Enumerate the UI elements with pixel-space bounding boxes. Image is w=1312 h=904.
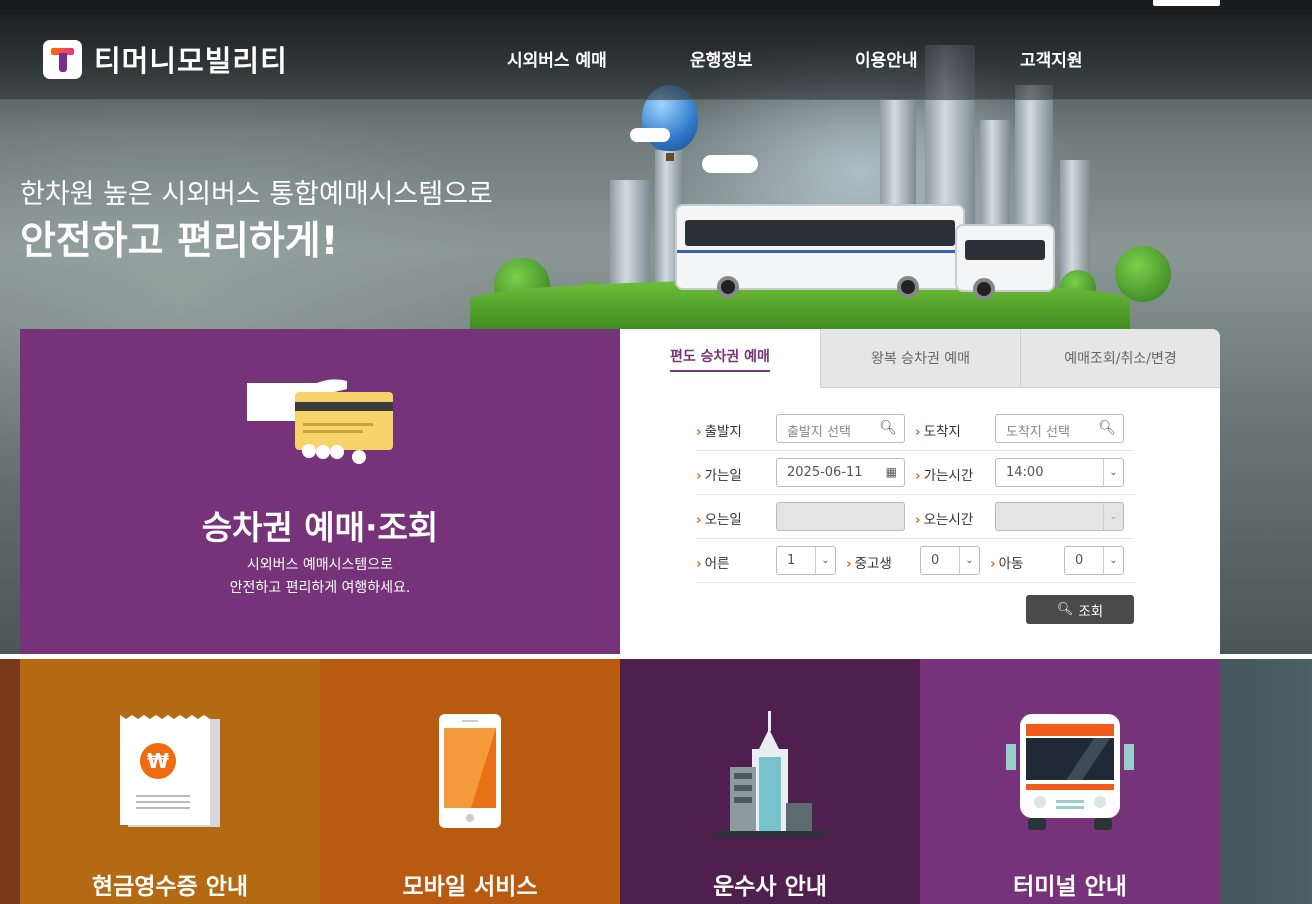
top-utility-bar [0, 0, 1312, 14]
booking-tabs: 편도 승차권 예매 왕복 승차권 예매 예매조회/취소/변경 [620, 329, 1220, 388]
search-button[interactable]: 🔍︎ 조회 [1026, 595, 1134, 624]
calendar-icon[interactable]: ▦ [886, 465, 897, 479]
tile-terminal-info[interactable]: 터미널 안내 [920, 659, 1220, 904]
go-time-select[interactable]: 14:00 ⌄ [995, 458, 1124, 487]
utility-button[interactable] [1153, 0, 1220, 6]
nav-intercity-booking[interactable]: 시외버스 예매 [507, 46, 607, 71]
hero-title: 안전하고 편리하게! [20, 219, 339, 264]
child-label: 아동 [990, 552, 1024, 572]
promo-desc-line2: 안전하고 편리하게 여행하세요. [229, 580, 411, 596]
return-time-label: 오는시간 [915, 508, 974, 528]
hero-illustration [470, 45, 1171, 330]
tile-cash-receipt[interactable]: ₩ 현금영수증 안내 [20, 659, 320, 904]
adult-label: 어른 [696, 552, 730, 572]
search-icon: 🔍︎ [1098, 420, 1116, 436]
chevron-down-icon: ⌄ [815, 547, 835, 574]
tile-mobile-service-label: 모바일 서비스 [402, 874, 538, 900]
hero-subtitle: 한차원 높은 시외버스 통합예매시스템으로 [20, 179, 493, 210]
child-count-select[interactable]: 0 ⌄ [1064, 546, 1124, 575]
promo-description: 시외버스 예매시스템으로 안전하고 편리하게 여행하세요. [20, 554, 620, 600]
arrival-label: 도착지 [915, 420, 961, 440]
nav-customer-support[interactable]: 고객지원 [1020, 46, 1083, 71]
departure-label: 출발지 [696, 420, 742, 440]
tile-transport-company[interactable]: 운수사 안내 [620, 659, 920, 904]
tab-inquiry-cancel-change[interactable]: 예매조회/취소/변경 [1020, 329, 1220, 388]
tile-mobile-service[interactable]: 모바일 서비스 [320, 659, 620, 904]
arrival-placeholder: 도착지 선택 [1006, 425, 1070, 440]
search-icon: 🔍︎ [1056, 602, 1074, 617]
promo-desc-line1: 시외버스 예매시스템으로 [246, 557, 394, 573]
tile-cash-receipt-label: 현금영수증 안내 [91, 874, 249, 900]
departure-input[interactable]: 출발지 선택 🔍︎ [776, 414, 905, 443]
nav-usage-guide[interactable]: 이용안내 [855, 46, 918, 71]
booking-form: 편도 승차권 예매 왕복 승차권 예매 예매조회/취소/변경 출발지 출발지 선… [620, 329, 1220, 659]
tab-round-trip[interactable]: 왕복 승차권 예매 [820, 329, 1020, 388]
chevron-down-icon: ⌄ [959, 547, 979, 574]
nav-schedule-info[interactable]: 운행정보 [690, 46, 753, 71]
chevron-down-icon: ⌄ [1103, 459, 1123, 486]
go-time-label: 가는시간 [915, 464, 974, 484]
promo-title: 승차권 예매·조회 [201, 508, 439, 547]
logo-text: 티머니모빌리티 [94, 44, 288, 78]
youth-count-select[interactable]: 0 ⌄ [920, 546, 980, 575]
mobile-icon [439, 714, 501, 828]
route-row: 출발지 출발지 선택 🔍︎ 도착지 도착지 선택 🔍︎ [696, 407, 1134, 451]
site-header: 티머니모빌리티 시외버스 예매 운행정보 이용안내 고객지원 [0, 14, 1312, 100]
building-icon [714, 711, 826, 837]
go-date-input[interactable]: 2025-06-11 ▦ [776, 458, 905, 487]
logo[interactable]: 티머니모빌리티 [43, 38, 288, 80]
return-time-select[interactable]: ⌄ [995, 502, 1124, 531]
child-count-value: 0 [1075, 553, 1084, 568]
chevron-down-icon: ⌄ [1103, 503, 1123, 530]
ticket-promo-panel: 승차권 예매·조회 시외버스 예매시스템으로 안전하고 편리하게 여행하세요. [20, 329, 630, 659]
return-date-input[interactable] [776, 502, 905, 531]
adult-count-value: 1 [787, 553, 796, 568]
card-payment-icon [247, 379, 393, 464]
go-time-value: 14:00 [1006, 465, 1044, 480]
search-button-label: 조회 [1078, 603, 1104, 620]
tile-transport-company-label: 운수사 안내 [713, 874, 827, 900]
bus-icon [1006, 714, 1134, 830]
arrival-input[interactable]: 도착지 선택 🔍︎ [995, 414, 1124, 443]
go-date-value: 2025-06-11 [787, 465, 863, 480]
bus-illustration [675, 204, 965, 298]
go-date-label: 가는일 [696, 464, 742, 484]
tmoney-logo-icon [43, 39, 82, 79]
youth-count-value: 0 [931, 553, 940, 568]
return-row: 오는일 오는시간 ⌄ [696, 495, 1134, 539]
tab-one-way-label: 편도 승차권 예매 [670, 346, 770, 372]
go-row: 가는일 2025-06-11 ▦ 가는시간 14:00 ⌄ [696, 451, 1134, 495]
chevron-down-icon: ⌄ [1103, 547, 1123, 574]
receipt-icon: ₩ [120, 715, 220, 827]
search-icon: 🔍︎ [879, 420, 897, 436]
adult-count-select[interactable]: 1 ⌄ [776, 546, 836, 575]
departure-placeholder: 출발지 선택 [787, 425, 851, 440]
youth-label: 중고생 [846, 552, 892, 572]
tab-one-way[interactable]: 편도 승차권 예매 [620, 329, 820, 388]
return-date-label: 오는일 [696, 508, 742, 528]
passenger-row: 어른 1 ⌄ 중고생 0 ⌄ 아동 0 ⌄ [696, 539, 1134, 583]
svg-text:₩: ₩ [147, 749, 169, 773]
tile-terminal-info-label: 터미널 안내 [1013, 874, 1127, 900]
